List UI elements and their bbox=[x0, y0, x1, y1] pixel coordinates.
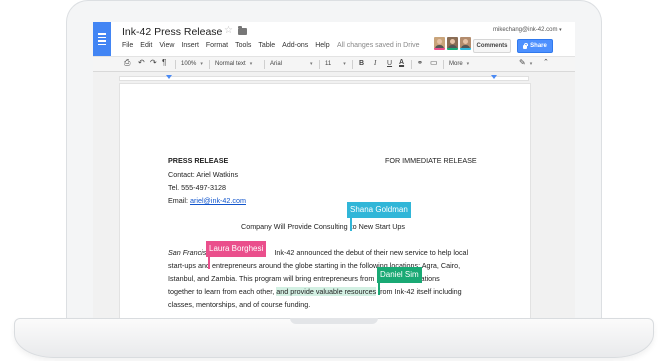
menu-help[interactable]: Help bbox=[315, 42, 329, 49]
menu-bar: File Edit View Insert Format Tools Table… bbox=[122, 42, 337, 49]
collaborator-cursor-daniel bbox=[378, 282, 380, 295]
collaborator-avatars bbox=[434, 37, 471, 50]
zoom-select[interactable]: 100% ▾ bbox=[181, 60, 203, 69]
avatar[interactable] bbox=[460, 37, 471, 50]
formatting-toolbar: ⎙ ↶ ↷ ¶ 100% ▾ Normal text ▾ Arial ▾ 11 ▾ B … bbox=[93, 56, 575, 72]
print-icon[interactable]: ⎙ bbox=[124, 58, 130, 67]
document-title[interactable]: Ink-42 Press Release bbox=[122, 26, 222, 38]
italic-button[interactable]: I bbox=[374, 59, 376, 68]
save-status[interactable]: All changes saved in Drive bbox=[337, 42, 420, 49]
lock-icon bbox=[523, 42, 528, 49]
ruler bbox=[93, 72, 575, 84]
menu-addons[interactable]: Add-ons bbox=[282, 42, 308, 49]
editing-mode-pencil-icon[interactable]: ✎ ▾ bbox=[519, 58, 532, 69]
email-line: Email: ariel@ink-42.com bbox=[168, 196, 246, 205]
underline-button[interactable]: U bbox=[387, 59, 392, 68]
document-page[interactable]: PRESS RELEASE FOR IMMEDIATE RELEASE Cont… bbox=[120, 84, 530, 318]
docs-header: Ink-42 Press Release ☆ File Edit View In… bbox=[93, 22, 575, 56]
redo-icon[interactable]: ↷ bbox=[150, 58, 157, 67]
left-indent-marker-icon[interactable] bbox=[166, 75, 172, 79]
laptop-notch bbox=[290, 318, 378, 324]
menu-insert[interactable]: Insert bbox=[181, 42, 199, 49]
user-account[interactable]: mikechang@ink-42.com ▾ bbox=[493, 27, 562, 33]
collaborator-flag-daniel: Daniel Sim bbox=[377, 267, 422, 283]
tel-line: Tel. 555-497-3128 bbox=[168, 183, 226, 192]
screen: Ink-42 Press Release ☆ File Edit View In… bbox=[93, 22, 575, 318]
star-icon[interactable]: ☆ bbox=[224, 25, 233, 36]
menu-file[interactable]: File bbox=[122, 42, 133, 49]
bold-button[interactable]: B bbox=[359, 59, 364, 68]
collaborator-flag-laura: Laura Borghesi bbox=[206, 241, 267, 257]
style-select[interactable]: Normal text ▾ bbox=[215, 60, 252, 69]
collaborator-cursor-laura bbox=[208, 256, 210, 269]
right-indent-marker-icon[interactable] bbox=[491, 75, 497, 79]
paint-format-icon[interactable]: ¶ bbox=[162, 58, 166, 67]
menu-view[interactable]: View bbox=[159, 42, 174, 49]
font-size-select[interactable]: 11 ▾ bbox=[325, 60, 346, 69]
docs-logo-icon[interactable] bbox=[93, 22, 111, 56]
more-button[interactable]: More ▾ bbox=[449, 60, 469, 69]
email-link[interactable]: ariel@ink-42.com bbox=[190, 196, 246, 205]
avatar[interactable] bbox=[447, 37, 458, 50]
paragraph-line-4: together to learn from each other, and p… bbox=[168, 287, 462, 296]
share-button[interactable]: Share bbox=[517, 39, 553, 53]
collapse-chevron-icon[interactable]: ⌃ bbox=[543, 58, 549, 67]
menu-table[interactable]: Table bbox=[258, 42, 275, 49]
ruler-track bbox=[119, 76, 529, 81]
undo-icon[interactable]: ↶ bbox=[138, 58, 145, 67]
link-icon[interactable]: ⚭ bbox=[417, 59, 423, 68]
collaborator-flag-shana: Shana Goldman bbox=[347, 202, 411, 218]
folder-icon[interactable] bbox=[238, 26, 247, 35]
font-select[interactable]: Arial ▾ bbox=[270, 60, 313, 69]
immediate-release-label: FOR IMMEDIATE RELEASE bbox=[385, 156, 477, 165]
comment-icon[interactable]: ▭ bbox=[430, 58, 438, 67]
avatar[interactable] bbox=[434, 37, 445, 50]
subtitle-line: Company Will Provide Consulting to New St… bbox=[241, 222, 405, 231]
menu-edit[interactable]: Edit bbox=[140, 42, 152, 49]
menu-tools[interactable]: Tools bbox=[235, 42, 251, 49]
paragraph-line-5: classes, mentorships, and of course fund… bbox=[168, 300, 311, 309]
press-release-heading: PRESS RELEASE bbox=[168, 156, 229, 165]
contact-line: Contact: Ariel Watkins bbox=[168, 170, 239, 179]
comments-button[interactable]: Comments bbox=[473, 39, 511, 53]
text-color-button[interactable]: A bbox=[399, 59, 404, 66]
menu-format[interactable]: Format bbox=[206, 42, 228, 49]
collaborator-cursor-shana bbox=[350, 218, 352, 231]
collaborator-selection[interactable]: and provide valuable resources bbox=[276, 287, 377, 296]
laptop-base bbox=[14, 318, 654, 358]
